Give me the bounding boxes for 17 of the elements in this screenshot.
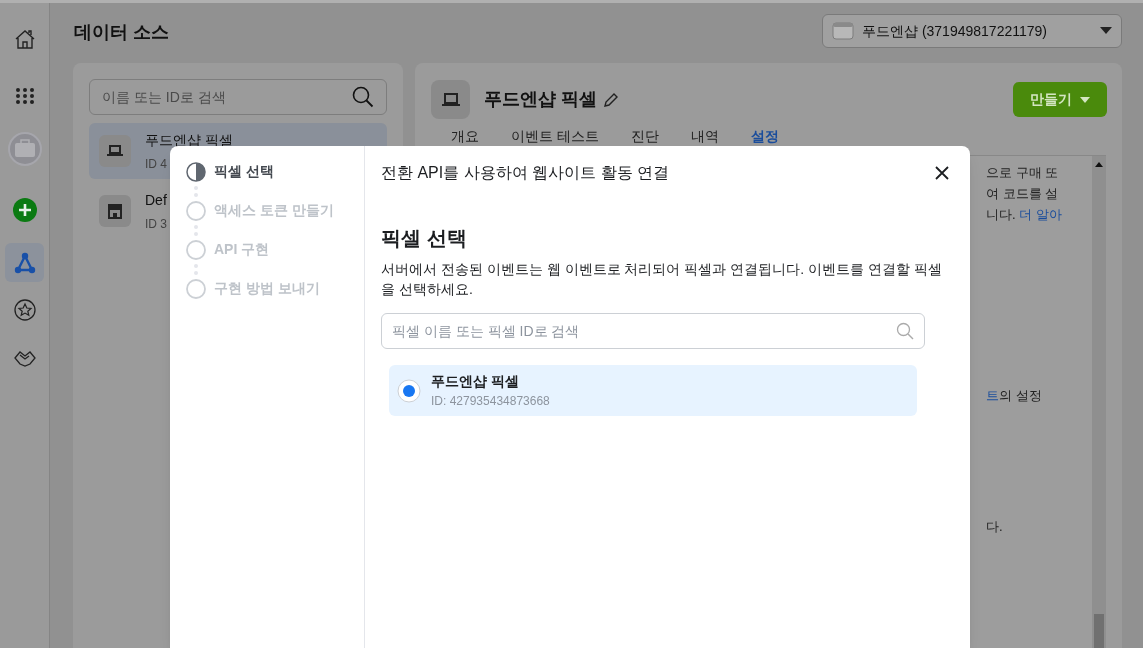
- source-name: Def: [145, 190, 167, 210]
- search-placeholder: 이름 또는 ID로 검색: [102, 87, 226, 107]
- account-name: 푸드엔샵 (371949817221179): [862, 21, 1048, 41]
- dialog-title: 전환 API를 사용하여 웹사이트 활동 연결: [381, 163, 669, 183]
- text-fragment: 여 코드를 설: [986, 185, 1060, 203]
- pixel-id: ID: 427935434873668: [431, 393, 550, 410]
- text-fragment: 니다. 더 알아: [986, 206, 1063, 224]
- source-id: ID 3: [145, 215, 167, 233]
- section-heading: 픽셀 선택: [381, 226, 468, 251]
- pixel-name: 푸드엔샵 픽셀: [431, 372, 520, 391]
- text-fragment: 다.: [986, 518, 1004, 536]
- description: 서버에서 전송된 이벤트는 웹 이벤트로 처리되어 픽셀과 연결됩니다. 이벤트를 연결할 픽셀을 선택하세요.: [381, 260, 943, 299]
- text-fragment: 트의 설정: [986, 387, 1043, 405]
- pixel-title: 푸드엔샵 픽셀: [484, 88, 597, 111]
- search-placeholder: 픽셀 이름 또는 픽셀 ID로 검색: [392, 321, 580, 341]
- text-fragment: 으로 구매 또: [986, 164, 1060, 182]
- page-title: 데이터 소스: [74, 20, 169, 44]
